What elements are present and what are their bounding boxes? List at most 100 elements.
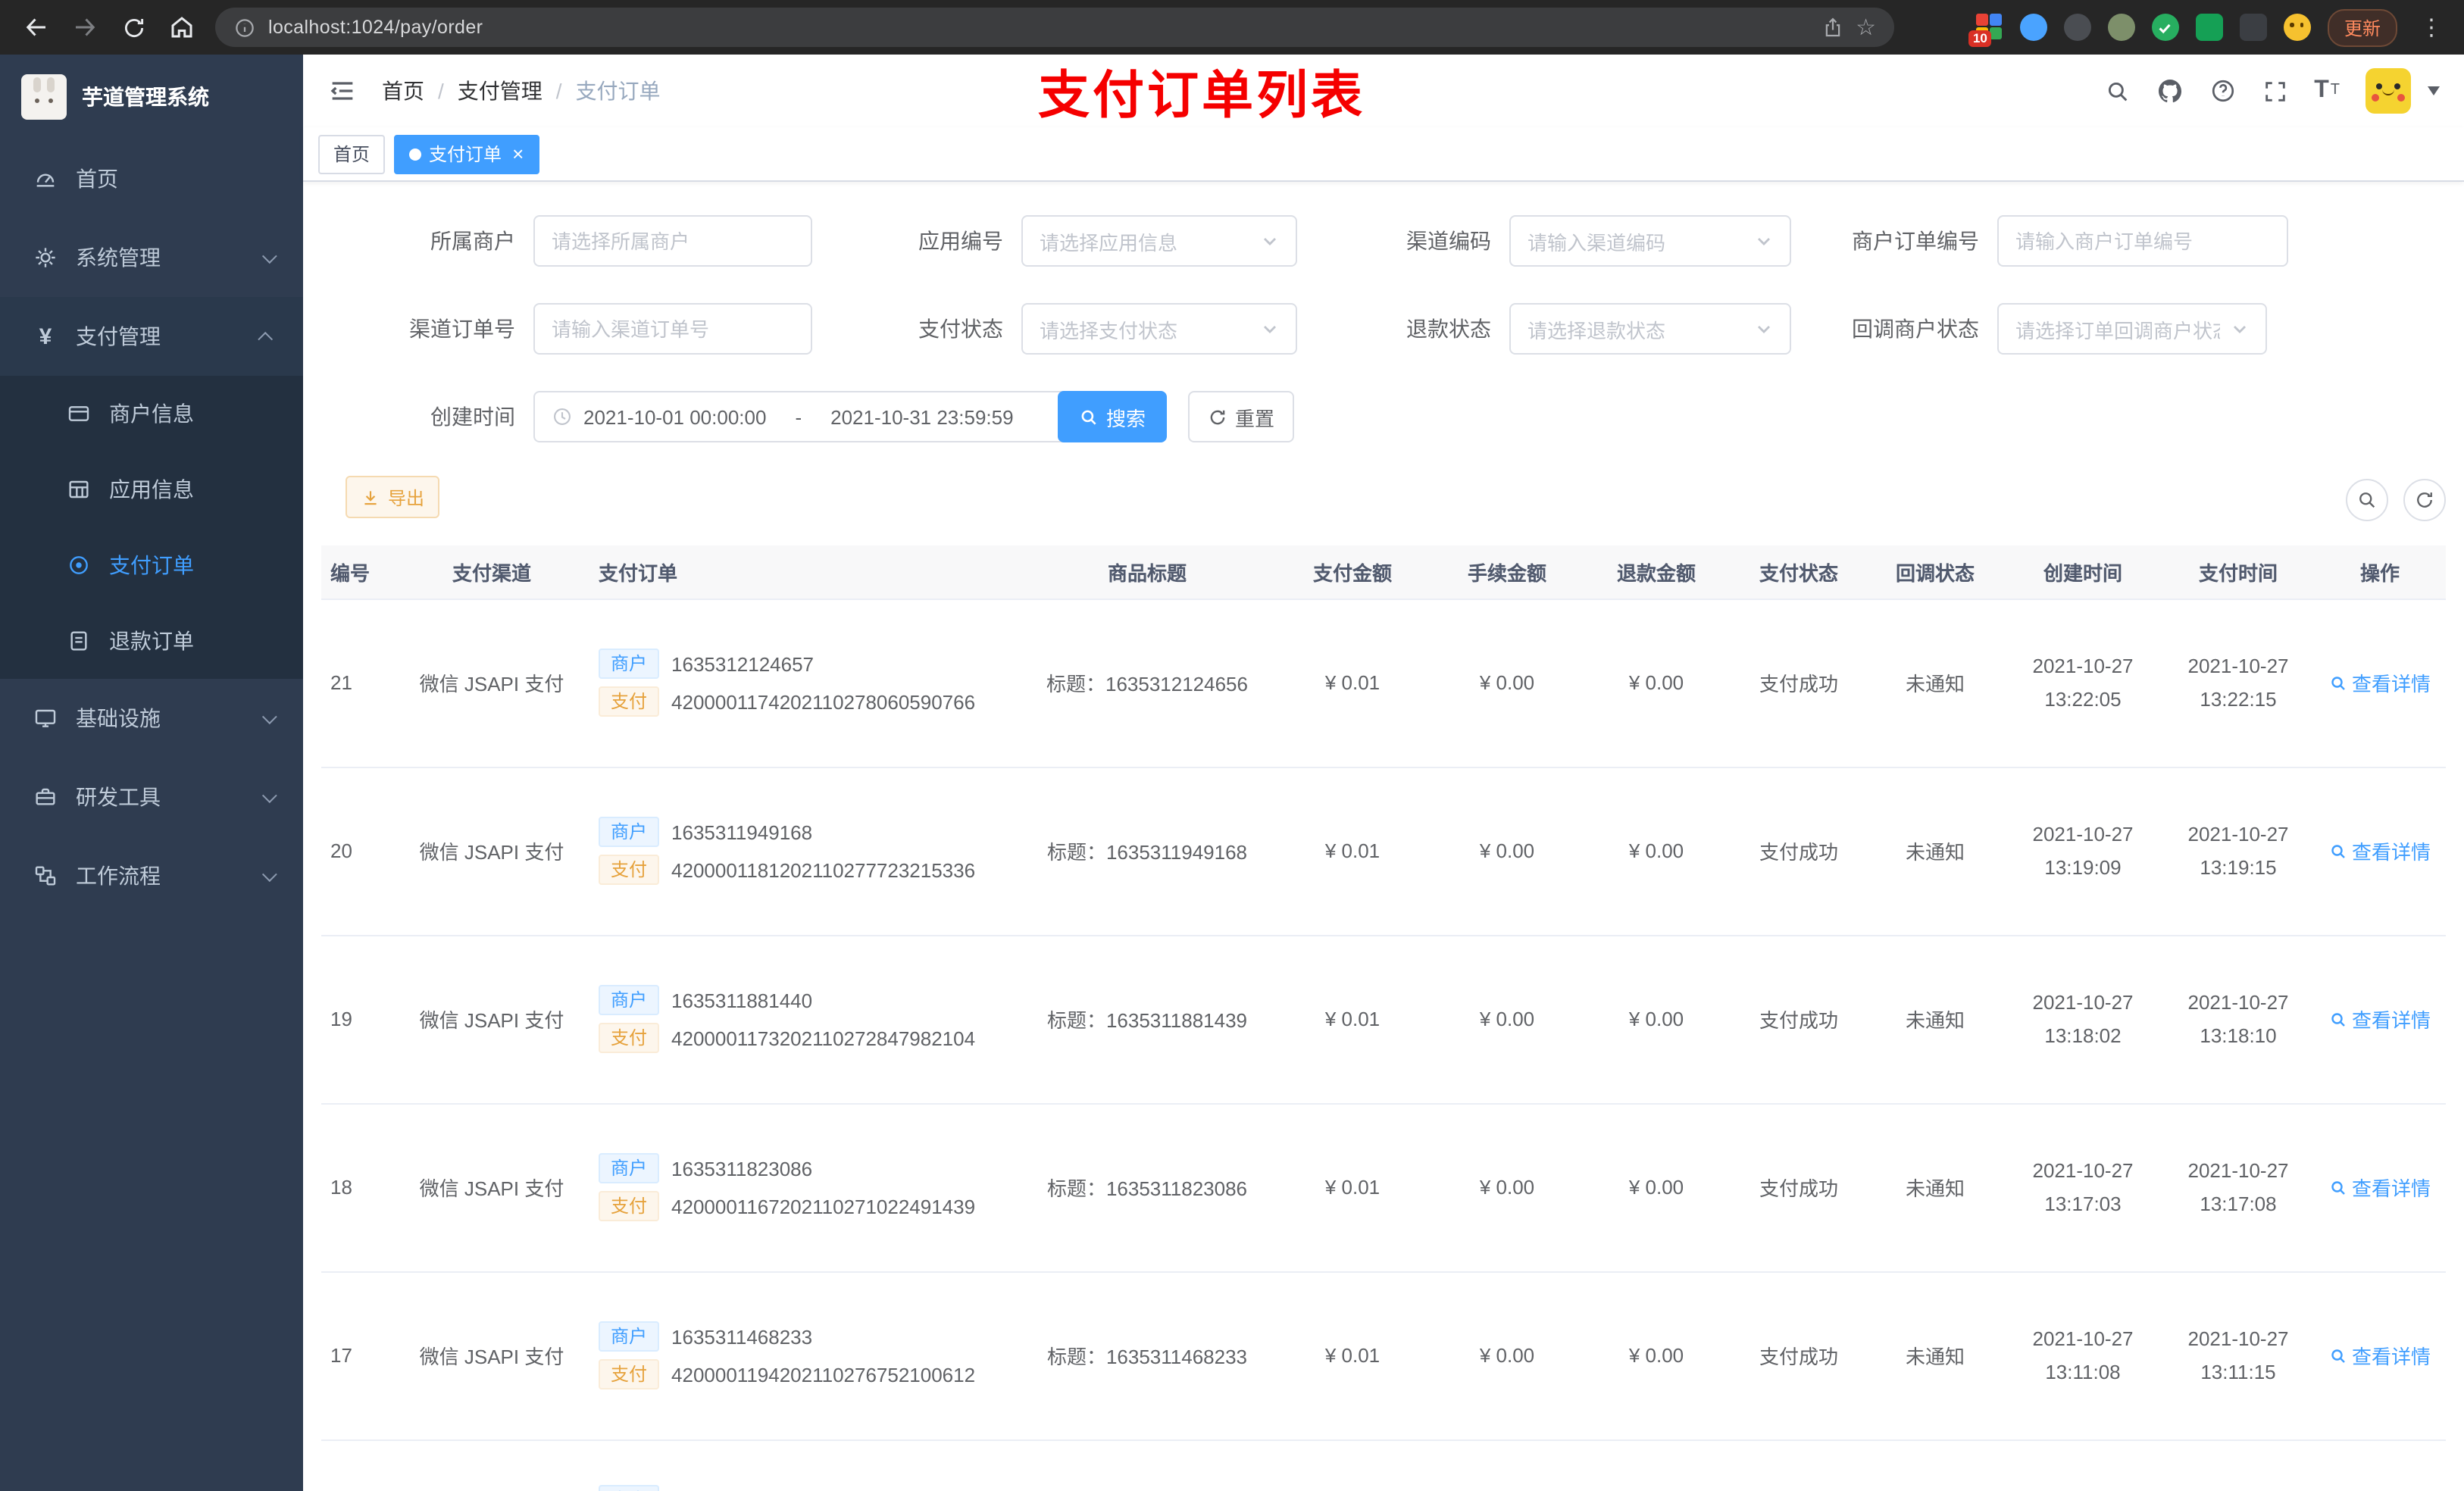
notify-status-select[interactable]: 请选择订单回调商户状态 xyxy=(1997,303,2267,355)
sidebar-item-pay-order[interactable]: 支付订单 xyxy=(0,527,303,603)
extension-dark-icon[interactable] xyxy=(2063,14,2091,41)
chevron-down-icon xyxy=(1755,232,1773,250)
col-notify-status: 回调状态 xyxy=(1867,545,2003,599)
breadcrumb-item[interactable]: 首页 xyxy=(382,76,424,106)
view-detail-link[interactable]: 查看详情 xyxy=(2329,668,2431,697)
extension-check-icon[interactable] xyxy=(2151,14,2179,41)
merchant-order-no-input[interactable] xyxy=(1997,215,2288,267)
fullscreen-icon[interactable] xyxy=(2262,78,2288,104)
extension-emoji-icon[interactable] xyxy=(2283,14,2311,41)
sidebar-item-dev-tools[interactable]: 研发工具 xyxy=(0,758,303,836)
extension-colorful-icon[interactable]: 10 xyxy=(1968,14,2003,47)
browser-home-icon[interactable] xyxy=(161,6,203,48)
channel-order-no-input[interactable] xyxy=(533,303,812,355)
cell-subject: 标题：1635311949168 xyxy=(1021,767,1273,936)
create-time-range-input[interactable]: 2021-10-01 00:00:00 - 2021-10-31 23:59:5… xyxy=(533,391,1091,442)
date-end-value[interactable]: 2021-10-31 23:59:59 xyxy=(830,405,1013,428)
cell-pay-status: 支付成功 xyxy=(1731,599,1867,767)
address-bar[interactable]: localhost:1024/pay/order ☆ xyxy=(215,8,1894,47)
refresh-table-button[interactable] xyxy=(2403,479,2446,521)
sidebar-item-workflow[interactable]: 工作流程 xyxy=(0,836,303,915)
channel-code-select[interactable]: 请输入渠道编码 xyxy=(1509,215,1791,267)
reset-button[interactable]: 重置 xyxy=(1188,391,1294,442)
avatar-caret-icon[interactable] xyxy=(2428,86,2440,95)
extension-olive-icon[interactable] xyxy=(2107,14,2135,41)
view-detail-link[interactable]: 查看详情 xyxy=(2329,836,2431,865)
filter-field-create-time: 创建时间 2021-10-01 00:00:00 - 2021-10-31 23… xyxy=(321,391,1091,442)
close-icon[interactable]: × xyxy=(512,144,524,164)
sidebar-item-merchant-info[interactable]: 商户信息 xyxy=(0,376,303,452)
filter-field-merchant-order-no: 商户订单编号 xyxy=(1785,215,2288,267)
cell-pay-order: 商户 1635311823086 支付 4200001167202110271022… xyxy=(583,1103,1021,1272)
browser-forward-icon[interactable] xyxy=(64,6,106,48)
export-button[interactable]: 导出 xyxy=(346,476,439,518)
browser-back-icon[interactable] xyxy=(15,6,58,48)
sidebar-item-payment[interactable]: ¥ 支付管理 xyxy=(0,297,303,376)
browser-update-button[interactable]: 更新 xyxy=(2327,8,2397,46)
site-info-icon[interactable] xyxy=(233,16,256,39)
tab-home[interactable]: 首页 xyxy=(318,134,386,173)
tab-pay-order[interactable]: 支付订单 × xyxy=(394,134,539,173)
view-detail-link[interactable]: 查看详情 xyxy=(2329,1341,2431,1370)
sidebar-item-infrastructure[interactable]: 基础设施 xyxy=(0,679,303,758)
app-logo xyxy=(21,74,67,120)
browser-reload-icon[interactable] xyxy=(112,6,155,48)
cell-pay-order: 商户 1635312124657 支付 4200001174202110278060… xyxy=(583,599,1021,767)
cell-subject: 标题：1635311881439 xyxy=(1021,935,1273,1104)
pay-tag: 支付 xyxy=(599,686,660,717)
cell-create-time: 2021-10-27 13:11:08 xyxy=(2003,1271,2162,1440)
browser-menu-icon[interactable]: ⋮ xyxy=(2414,14,2449,41)
merchant-tag: 商户 xyxy=(599,1484,660,1491)
cell-pay-order: 商户 1635311881440 支付 4200001173202110272847… xyxy=(583,935,1021,1104)
channel-order-no: 4200001173202110272847982104 xyxy=(671,1027,976,1049)
search-button[interactable]: 搜索 xyxy=(1058,391,1167,442)
breadcrumb-item[interactable]: 支付管理 xyxy=(458,76,543,106)
github-icon[interactable] xyxy=(2156,77,2184,105)
extension-pin-icon[interactable] xyxy=(2239,14,2267,41)
sidebar-item-refund-order[interactable]: 退款订单 xyxy=(0,603,303,679)
cell-id: 20 xyxy=(321,767,400,936)
app-no-select[interactable]: 请选择应用信息 xyxy=(1021,215,1297,267)
refund-status-select[interactable]: 请选择退款状态 xyxy=(1509,303,1791,355)
extension-blue-icon[interactable] xyxy=(2019,14,2047,41)
page-title-annotation: 支付订单列表 xyxy=(1038,67,1365,125)
cell-actions: 查看详情 xyxy=(2314,935,2446,1104)
col-pay-time: 支付时间 xyxy=(2162,545,2314,599)
col-pay-order: 支付订单 xyxy=(583,545,1021,599)
col-fee: 手续金额 xyxy=(1432,545,1582,599)
search-icon[interactable] xyxy=(2105,78,2131,104)
cell-fee: ¥ 0.00 xyxy=(1432,599,1582,767)
pay-status-select[interactable]: 请选择支付状态 xyxy=(1021,303,1297,355)
sidebar-item-home[interactable]: 首页 xyxy=(0,139,303,218)
extension-green-square-icon[interactable] xyxy=(2195,14,2223,41)
cell-refund: ¥ 0.00 xyxy=(1582,1103,1731,1272)
document-icon xyxy=(67,629,91,653)
share-icon[interactable] xyxy=(1821,16,1843,39)
font-size-icon[interactable]: TT xyxy=(2314,78,2340,103)
view-detail-link[interactable]: 查看详情 xyxy=(2329,1173,2431,1202)
filter-field-channel-order-no: 渠道订单号 xyxy=(321,303,812,355)
navbar: 首页 / 支付管理 / 支付订单 支付订单列表 TT xyxy=(303,55,2464,127)
toggle-search-button[interactable] xyxy=(2346,479,2388,521)
date-start-value[interactable]: 2021-10-01 00:00:00 xyxy=(583,405,766,428)
bookmark-star-icon[interactable]: ☆ xyxy=(1856,16,1876,39)
help-icon[interactable] xyxy=(2209,77,2237,105)
cell-pay-status: 支付成功 xyxy=(1731,935,1867,1104)
user-avatar[interactable] xyxy=(2366,68,2411,114)
clock-icon xyxy=(552,406,573,427)
sidebar-item-app-info[interactable]: 应用信息 xyxy=(0,452,303,527)
cell-create-time: 2021-10-27 13:18:02 xyxy=(2003,935,2162,1104)
hamburger-icon[interactable] xyxy=(318,76,367,106)
url-text[interactable]: localhost:1024/pay/order xyxy=(268,17,1809,38)
cell-pay-time: 2021-10-27 13:19:15 xyxy=(2162,767,2314,936)
merchant-tag: 商户 xyxy=(599,817,660,847)
table-row: 17 微信 JSAPI 支付 商户 1635311468233 支付 4200001… xyxy=(321,1271,2446,1440)
view-detail-link[interactable]: 查看详情 xyxy=(2329,1005,2431,1033)
browser-toolbar: localhost:1024/pay/order ☆ 10 更新 ⋮ xyxy=(0,0,2464,55)
sidebar-item-system[interactable]: 系统管理 xyxy=(0,218,303,297)
cell-amount: ¥ 0.01 xyxy=(1273,599,1432,767)
cell-channel: 微信 JSAPI 支付 xyxy=(400,1271,583,1440)
pay-tag: 支付 xyxy=(599,1191,660,1221)
merchant-filter-input[interactable] xyxy=(533,215,812,267)
cell-id: 19 xyxy=(321,935,400,1104)
